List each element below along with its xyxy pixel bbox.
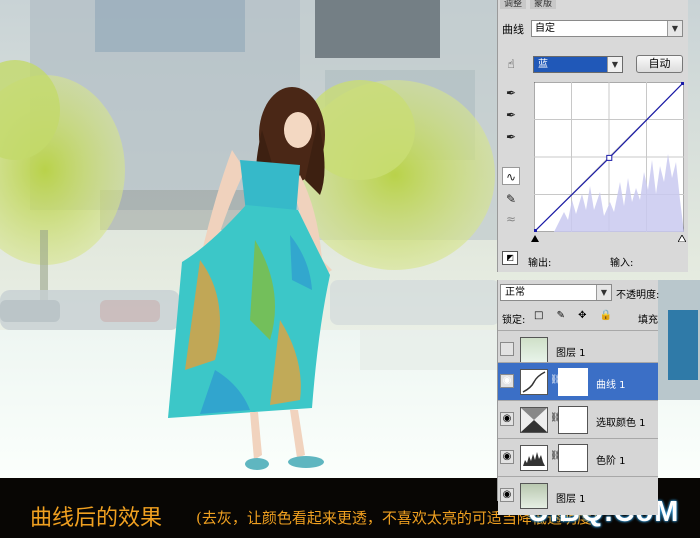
caption-title: 曲线后的效果 [30,506,163,531]
blend-mode-dropdown[interactable]: 正常 ▼ [500,284,612,301]
black-point-eyedropper-icon[interactable]: ✒ [502,84,520,102]
adjustments-panel: 调整 蒙版 曲线 自定 ▼ ☝ 蓝 ▼ 自动 ✒ ✒ ✒ ∿ ✎ ≈ ◩ 输出:… [497,0,688,272]
white-slider-icon[interactable] [677,234,687,245]
curve-control-point [534,229,537,232]
layer-row[interactable]: ◉ ⛓ 色阶 1 [498,438,658,477]
curve-control-point [681,82,684,85]
eye-icon[interactable]: ◉ [500,412,514,426]
layer-name: 选取颜色 1 [596,418,646,429]
eye-icon[interactable]: ◉ [500,374,514,388]
layer-name: 色阶 1 [596,456,626,467]
layer-name: 图层 1 [556,348,586,359]
lock-label: 锁定: [502,315,526,326]
preset-dropdown[interactable]: 自定 ▼ [531,20,683,37]
layer-mask-thumbnail[interactable] [558,368,588,396]
layer-mask-thumbnail[interactable] [558,444,588,472]
channel-dropdown[interactable]: 蓝 ▼ [533,56,623,73]
chevron-down-icon: ▼ [607,57,622,72]
curves-adjustment-icon [520,369,548,395]
eye-icon[interactable]: ◉ [500,488,514,502]
fill-label: 填充 [638,315,658,326]
output-label: 输出: [528,258,552,269]
opacity-label: 不透明度: [616,290,660,301]
input-label: 输入: [610,258,634,269]
layers-panel: 正常 ▼ 不透明度: 锁定: □ ✎ ✥ 🔒 填充 图层 1 ◉ ⛓ 曲线 1 … [497,280,660,515]
lock-options-icons[interactable]: □ ✎ ✥ 🔒 [534,310,617,321]
layer-mask-thumbnail[interactable] [558,406,588,434]
eye-icon[interactable]: ◉ [500,450,514,464]
targeted-adjust-hand-icon[interactable]: ☝ [502,55,520,73]
curve-point-tool-icon[interactable]: ∿ [502,167,520,185]
pencil-draw-icon[interactable]: ✎ [502,190,520,208]
channel-value: 蓝 [538,59,548,70]
smooth-curve-icon[interactable]: ≈ [502,210,520,228]
layer-thumbnail [520,483,548,509]
chevron-down-icon: ▼ [596,285,611,300]
gray-point-eyedropper-icon[interactable]: ✒ [502,106,520,124]
curve-control-point [606,154,613,161]
blend-mode-value: 正常 [505,287,525,298]
clip-warning-icon[interactable]: ◩ [502,251,518,265]
screenshot-stage: 曲线后的效果 (去灰，让颜色看起来更透，不喜欢太亮的可适当降低透明度) UiBQ… [0,0,700,538]
tab-adjustments[interactable]: 调整 [500,0,527,9]
layer-thumbnail [520,337,548,363]
levels-adjustment-icon [520,445,548,471]
preset-value: 自定 [535,23,555,34]
selective-color-adjustment-icon [520,407,548,433]
preset-label: 曲线 [502,23,524,36]
layer-row[interactable]: ◉ ⛓ 选取颜色 1 [498,400,658,439]
white-point-eyedropper-icon[interactable]: ✒ [502,128,520,146]
auto-button[interactable]: 自动 [636,55,683,73]
visibility-toggle[interactable] [500,342,514,356]
curve-graph[interactable] [534,82,684,232]
black-slider-icon[interactable] [531,234,539,245]
layer-row[interactable]: ◉ 图层 1 [498,476,658,515]
layer-name: 图层 1 [556,494,586,505]
chevron-down-icon: ▼ [667,21,682,36]
layer-row[interactable]: ◉ ⛓ 曲线 1 [498,362,658,401]
layer-name: 曲线 1 [596,380,626,391]
tab-masks[interactable]: 蒙版 [530,0,557,9]
